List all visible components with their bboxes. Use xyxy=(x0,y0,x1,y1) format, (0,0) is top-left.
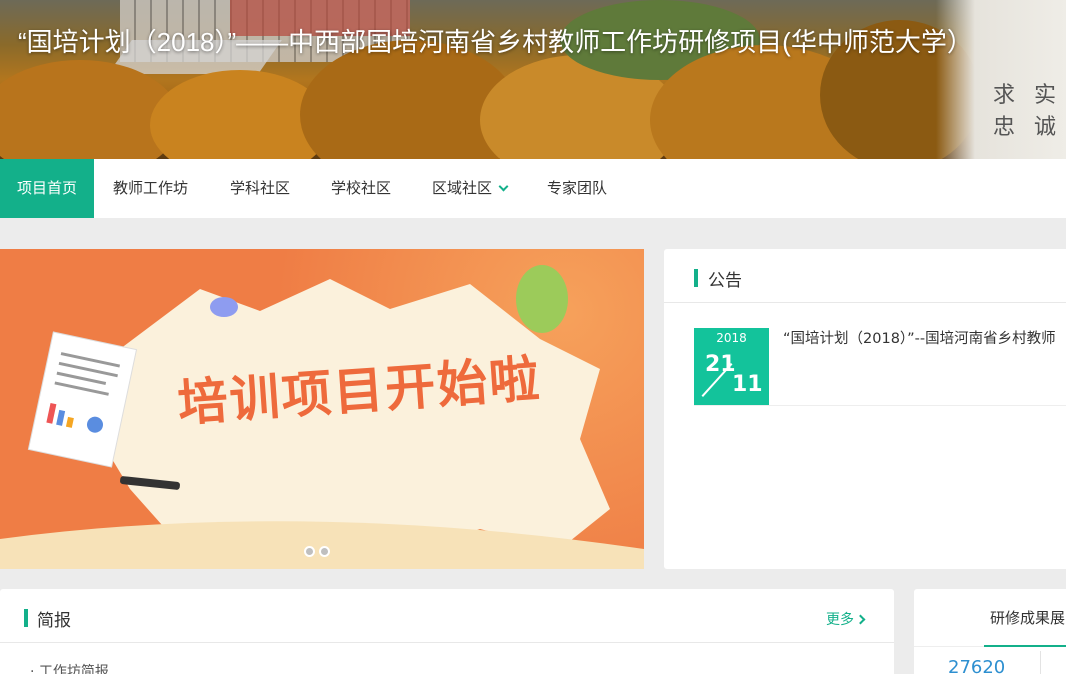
notice-title: 公告 xyxy=(708,271,742,291)
section-accent-bar xyxy=(694,269,698,287)
carousel-dot-2[interactable] xyxy=(319,546,330,557)
nav-item-label: 区域社区 xyxy=(432,179,493,197)
date-month: 11 xyxy=(732,372,763,397)
nav-item-label: 学校社区 xyxy=(331,179,392,197)
more-label: 更多 xyxy=(826,612,854,628)
banner-calligraphy: 求 实 忠 诚 xyxy=(993,80,1062,144)
chevron-down-icon xyxy=(498,181,509,192)
chevron-right-icon xyxy=(855,614,866,625)
divider xyxy=(1040,651,1041,674)
nav-item-subject-community[interactable]: 学科社区 xyxy=(230,159,290,218)
brief-title: 简报 xyxy=(37,611,71,631)
section-accent-bar xyxy=(24,609,28,627)
main-nav: 项目首页 教师工作坊 学科社区 学校社区 区域社区 专家团队 xyxy=(0,159,1066,218)
nav-item-label: 项目首页 xyxy=(16,179,77,197)
more-link[interactable]: 更多 xyxy=(826,609,866,629)
brief-panel: 简报 更多 · 工作坊简报 xyxy=(0,589,894,674)
carousel-dot-1[interactable] xyxy=(304,546,315,557)
nav-item-regional-community[interactable]: 区域社区 xyxy=(432,159,509,218)
nav-item-home[interactable]: 项目首页 xyxy=(0,159,94,218)
stat-value: 27620 xyxy=(948,657,1006,674)
blue-blob xyxy=(210,297,238,317)
nav-item-label: 学科社区 xyxy=(230,179,291,197)
nav-item-label: 教师工作坊 xyxy=(113,179,189,197)
date-year: 2018 xyxy=(716,331,747,345)
date-badge: 2018 21 11 xyxy=(694,328,769,406)
project-title: “国培计划（2018）”——中西部国培河南省乡村教师工作坊研修项目(华中师范大学… xyxy=(18,27,973,57)
nav-item-expert-team[interactable]: 专家团队 xyxy=(547,159,607,218)
calligraphy-line-1: 求 实 xyxy=(993,83,1062,108)
nav-item-school-community[interactable]: 学校社区 xyxy=(331,159,391,218)
nav-item-teacher-workshop[interactable]: 教师工作坊 xyxy=(113,159,188,218)
brief-list-item[interactable]: · 工作坊简报 xyxy=(30,661,109,674)
active-tab-indicator xyxy=(984,645,1066,647)
notice-item-link[interactable]: “国培计划（2018）”--国培河南省乡村教师 xyxy=(783,327,1056,348)
brief-header: 简报 更多 xyxy=(0,589,894,643)
tab-results[interactable]: 研修成果展 xyxy=(990,607,1065,628)
site-banner: 求 实 忠 诚 “国培计划（2018）”——中西部国培河南省乡村教师工作坊研修项… xyxy=(0,0,1066,159)
divider xyxy=(694,405,1066,406)
nav-item-label: 专家团队 xyxy=(547,179,608,197)
green-blob xyxy=(516,265,568,333)
calligraphy-line-2: 忠 诚 xyxy=(993,115,1062,140)
results-panel: 研修成果展 27620 xyxy=(914,589,1066,674)
notice-header: 公告 xyxy=(664,249,1066,303)
notice-panel: 公告 2018 21 11 “国培计划（2018）”--国培河南省乡村教师 xyxy=(664,249,1066,569)
